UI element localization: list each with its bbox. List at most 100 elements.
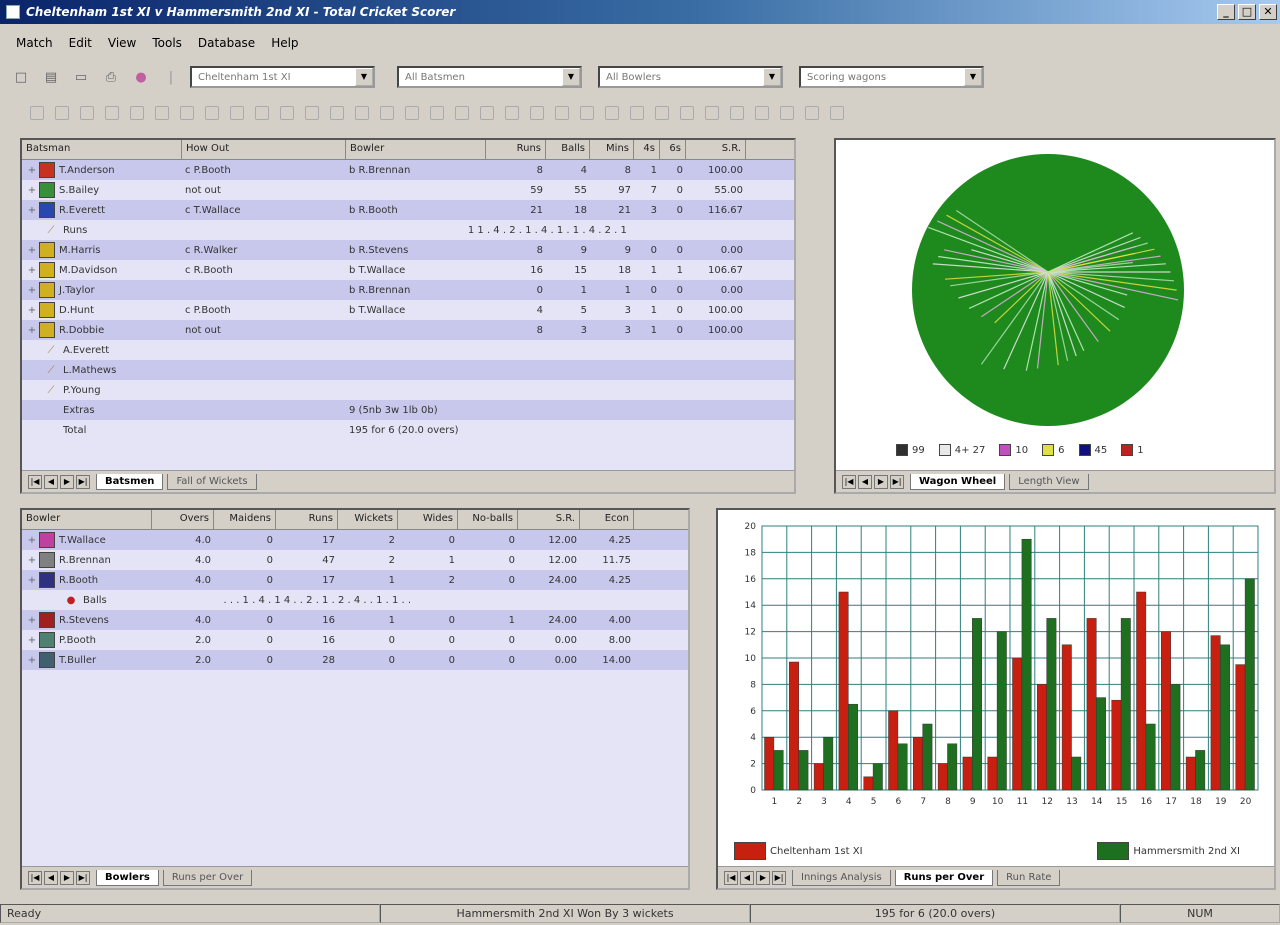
next-tab-icon[interactable]: ▶ bbox=[60, 474, 74, 489]
prev-tab-icon[interactable]: ◀ bbox=[858, 474, 872, 489]
expand-icon[interactable]: + bbox=[25, 165, 39, 176]
menu-item[interactable]: Help bbox=[263, 36, 306, 50]
scoring-tool-icon[interactable] bbox=[755, 106, 769, 120]
batting-col-header[interactable]: 4s bbox=[634, 140, 660, 159]
expand-icon[interactable]: + bbox=[25, 285, 39, 296]
batsmen-select[interactable]: All Batsmen ▼ bbox=[397, 66, 582, 88]
tab-length-view[interactable]: Length View bbox=[1009, 473, 1089, 490]
batting-row[interactable]: + J.Taylor b R.Brennan 0 1 1 0 0 0.00 bbox=[22, 280, 794, 300]
chevron-down-icon[interactable]: ▼ bbox=[763, 68, 781, 86]
scoring-tool-icon[interactable] bbox=[580, 106, 594, 120]
print-icon[interactable]: ⎙ bbox=[100, 66, 122, 88]
scoring-tool-icon[interactable] bbox=[305, 106, 319, 120]
save-icon[interactable]: ▭ bbox=[70, 66, 92, 88]
first-tab-icon[interactable]: |◀ bbox=[28, 870, 42, 885]
scoring-tool-icon[interactable] bbox=[130, 106, 144, 120]
scoring-tool-icon[interactable] bbox=[605, 106, 619, 120]
batting-col-header[interactable]: Batsman bbox=[22, 140, 182, 159]
expand-icon[interactable]: + bbox=[25, 615, 39, 626]
bowling-col-header[interactable]: Runs bbox=[276, 510, 338, 529]
batting-row[interactable]: ⟋ Runs 1 1 . 4 . 2 . 1 . 4 . 1 . 1 . 4 . 2… bbox=[22, 220, 794, 240]
last-tab-icon[interactable]: ▶| bbox=[772, 870, 786, 885]
batting-row[interactable]: + R.Dobbie not out 8 3 3 1 0 100.00 bbox=[22, 320, 794, 340]
prev-tab-icon[interactable]: ◀ bbox=[44, 474, 58, 489]
batting-col-header[interactable]: 6s bbox=[660, 140, 686, 159]
bowling-col-header[interactable]: No-balls bbox=[458, 510, 518, 529]
expand-icon[interactable]: + bbox=[25, 635, 39, 646]
scoring-tool-icon[interactable] bbox=[805, 106, 819, 120]
batting-row[interactable]: ⟋ L.Mathews bbox=[22, 360, 794, 380]
bowling-col-header[interactable]: S.R. bbox=[518, 510, 580, 529]
chevron-down-icon[interactable]: ▼ bbox=[355, 68, 373, 86]
batting-col-header[interactable]: How Out bbox=[182, 140, 346, 159]
tab-runs-per-over-chart[interactable]: Runs per Over bbox=[894, 869, 994, 886]
tab-innings-analysis[interactable]: Innings Analysis bbox=[792, 869, 891, 886]
batting-col-header[interactable]: Mins bbox=[590, 140, 634, 159]
batting-row[interactable]: + S.Bailey not out 59 55 97 7 0 55.00 bbox=[22, 180, 794, 200]
scoring-tool-icon[interactable] bbox=[680, 106, 694, 120]
bowling-col-header[interactable]: Wides bbox=[398, 510, 458, 529]
tab-runs-per-over[interactable]: Runs per Over bbox=[162, 869, 253, 886]
bowling-col-header[interactable]: Econ bbox=[580, 510, 634, 529]
scoring-tool-icon[interactable] bbox=[105, 106, 119, 120]
tab-run-rate[interactable]: Run Rate bbox=[997, 869, 1061, 886]
scoring-tool-icon[interactable] bbox=[480, 106, 494, 120]
first-tab-icon[interactable]: |◀ bbox=[842, 474, 856, 489]
scoring-tool-icon[interactable] bbox=[655, 106, 669, 120]
expand-icon[interactable]: + bbox=[25, 555, 39, 566]
scoring-tool-icon[interactable] bbox=[830, 106, 844, 120]
last-tab-icon[interactable]: ▶| bbox=[890, 474, 904, 489]
tab-wagon-wheel[interactable]: Wagon Wheel bbox=[910, 473, 1006, 490]
stats-icon[interactable]: ● bbox=[130, 66, 152, 88]
last-tab-icon[interactable]: ▶| bbox=[76, 474, 90, 489]
scoring-tool-icon[interactable] bbox=[80, 106, 94, 120]
scoring-tool-icon[interactable] bbox=[380, 106, 394, 120]
scoring-tool-icon[interactable] bbox=[30, 106, 44, 120]
menu-item[interactable]: Match bbox=[8, 36, 61, 50]
scoring-tool-icon[interactable] bbox=[180, 106, 194, 120]
expand-icon[interactable]: + bbox=[25, 185, 39, 196]
bowling-col-header[interactable]: Bowler bbox=[22, 510, 152, 529]
scoring-tool-icon[interactable] bbox=[505, 106, 519, 120]
prev-tab-icon[interactable]: ◀ bbox=[740, 870, 754, 885]
batting-row[interactable]: Extras 9 (5nb 3w 1lb 0b) bbox=[22, 400, 794, 420]
last-tab-icon[interactable]: ▶| bbox=[76, 870, 90, 885]
batting-row[interactable]: ⟋ A.Everett bbox=[22, 340, 794, 360]
close-button[interactable]: ✕ bbox=[1259, 4, 1277, 20]
menu-item[interactable]: Tools bbox=[144, 36, 190, 50]
expand-icon[interactable]: + bbox=[25, 305, 39, 316]
bowling-row[interactable]: + T.Wallace 4.0 0 17 2 0 0 12.00 4.25 bbox=[22, 530, 688, 550]
bowlers-select[interactable]: All Bowlers ▼ bbox=[598, 66, 783, 88]
scoring-tool-icon[interactable] bbox=[280, 106, 294, 120]
expand-icon[interactable]: + bbox=[25, 325, 39, 336]
expand-icon[interactable]: + bbox=[25, 245, 39, 256]
scoring-tool-icon[interactable] bbox=[630, 106, 644, 120]
batting-col-header[interactable]: Runs bbox=[486, 140, 546, 159]
maximize-button[interactable]: □ bbox=[1238, 4, 1256, 20]
chevron-down-icon[interactable]: ▼ bbox=[964, 68, 982, 86]
batting-row[interactable]: + M.Harris c R.Walker b R.Stevens 8 9 9 0 0 0.00 bbox=[22, 240, 794, 260]
expand-icon[interactable]: + bbox=[25, 265, 39, 276]
scoring-tool-icon[interactable] bbox=[355, 106, 369, 120]
scoring-tool-icon[interactable] bbox=[230, 106, 244, 120]
bowling-row[interactable]: + R.Stevens 4.0 0 16 1 0 1 24.00 4.00 bbox=[22, 610, 688, 630]
new-icon[interactable]: □ bbox=[10, 66, 32, 88]
scoring-tool-icon[interactable] bbox=[255, 106, 269, 120]
chevron-down-icon[interactable]: ▼ bbox=[562, 68, 580, 86]
scoring-tool-icon[interactable] bbox=[55, 106, 69, 120]
bowling-col-header[interactable]: Overs bbox=[152, 510, 214, 529]
expand-icon[interactable]: + bbox=[25, 205, 39, 216]
expand-icon[interactable]: + bbox=[25, 535, 39, 546]
first-tab-icon[interactable]: |◀ bbox=[28, 474, 42, 489]
tab-fall-of-wickets[interactable]: Fall of Wickets bbox=[167, 473, 257, 490]
next-tab-icon[interactable]: ▶ bbox=[756, 870, 770, 885]
menu-item[interactable]: Database bbox=[190, 36, 263, 50]
bowling-col-header[interactable]: Wickets bbox=[338, 510, 398, 529]
bowling-row[interactable]: ● Balls . . . 1 . 4 . 1 4 . . 2 . 1 . 2 . … bbox=[22, 590, 688, 610]
batting-row[interactable]: + T.Anderson c P.Booth b R.Brennan 8 4 8 1 0 100.… bbox=[22, 160, 794, 180]
bowling-row[interactable]: + P.Booth 2.0 0 16 0 0 0 0.00 8.00 bbox=[22, 630, 688, 650]
first-tab-icon[interactable]: |◀ bbox=[724, 870, 738, 885]
batting-row[interactable]: + D.Hunt c P.Booth b T.Wallace 4 5 3 1 0 100.00 bbox=[22, 300, 794, 320]
batting-row[interactable]: + M.Davidson c R.Booth b T.Wallace 16 15 18 1 1 1… bbox=[22, 260, 794, 280]
batting-row[interactable]: Total 195 for 6 (20.0 overs) bbox=[22, 420, 794, 440]
